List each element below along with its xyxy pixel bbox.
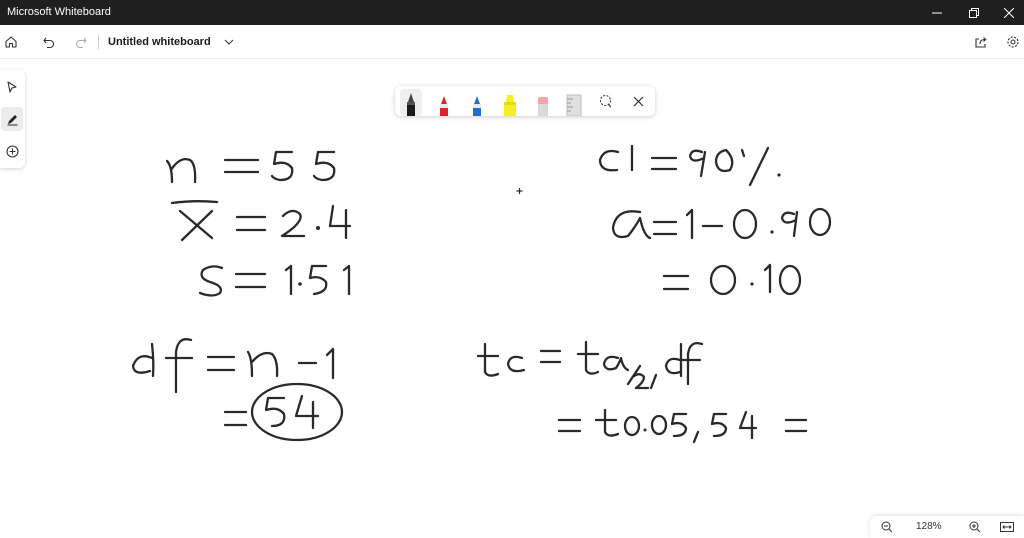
close-window-icon bbox=[1004, 7, 1014, 18]
window-title: Microsoft Whiteboard bbox=[7, 6, 111, 18]
ink-stray-mark bbox=[516, 187, 523, 195]
zoom-in-button[interactable] bbox=[966, 519, 984, 535]
whiteboard-canvas[interactable] bbox=[0, 60, 1024, 538]
zoom-level: 128% bbox=[916, 521, 942, 532]
whiteboard-title[interactable]: Untitled whiteboard bbox=[108, 36, 211, 48]
ink-s-equals-1-51 bbox=[198, 264, 351, 297]
title-bar: Microsoft Whiteboard bbox=[0, 0, 1024, 25]
undo-icon bbox=[43, 37, 55, 49]
ink-tc-equals-t-alpha-over-2-df bbox=[476, 340, 704, 390]
home-button[interactable] bbox=[0, 31, 22, 53]
minimize-icon bbox=[932, 12, 942, 13]
zoom-in-icon bbox=[969, 521, 981, 533]
ink-equals-0-10 bbox=[662, 263, 802, 296]
undo-button[interactable] bbox=[38, 31, 60, 53]
ink-alpha-equals-1-minus-0-90 bbox=[611, 207, 832, 240]
share-icon bbox=[975, 37, 987, 48]
restore-button[interactable] bbox=[957, 0, 991, 25]
settings-button[interactable] bbox=[1002, 31, 1024, 53]
fit-to-screen-icon bbox=[1000, 522, 1014, 532]
ink-ci-equals-90-percent bbox=[598, 144, 781, 187]
zoom-bar: 128% bbox=[870, 516, 1024, 538]
zoom-out-icon bbox=[881, 521, 893, 533]
ink-equals-t-0-05-54-equals bbox=[557, 408, 808, 444]
chevron-down-icon bbox=[224, 39, 234, 45]
app-toolbar: Untitled whiteboard bbox=[0, 25, 1024, 59]
redo-icon bbox=[75, 37, 87, 49]
zoom-out-button[interactable] bbox=[878, 519, 896, 535]
share-button[interactable] bbox=[970, 31, 992, 53]
gear-icon bbox=[1007, 36, 1019, 48]
redo-button[interactable] bbox=[70, 31, 92, 53]
ink-n-equals-55 bbox=[165, 150, 336, 184]
restore-icon bbox=[969, 7, 979, 18]
toolbar-divider bbox=[98, 35, 99, 49]
home-icon bbox=[5, 36, 17, 48]
ink-equals-54-circled bbox=[223, 382, 344, 442]
ink-xbar-equals-2-4 bbox=[170, 200, 352, 242]
title-dropdown-button[interactable] bbox=[218, 31, 240, 53]
close-window-button[interactable] bbox=[992, 0, 1024, 25]
fit-to-screen-button[interactable] bbox=[998, 519, 1016, 535]
minimize-button[interactable] bbox=[920, 0, 954, 25]
